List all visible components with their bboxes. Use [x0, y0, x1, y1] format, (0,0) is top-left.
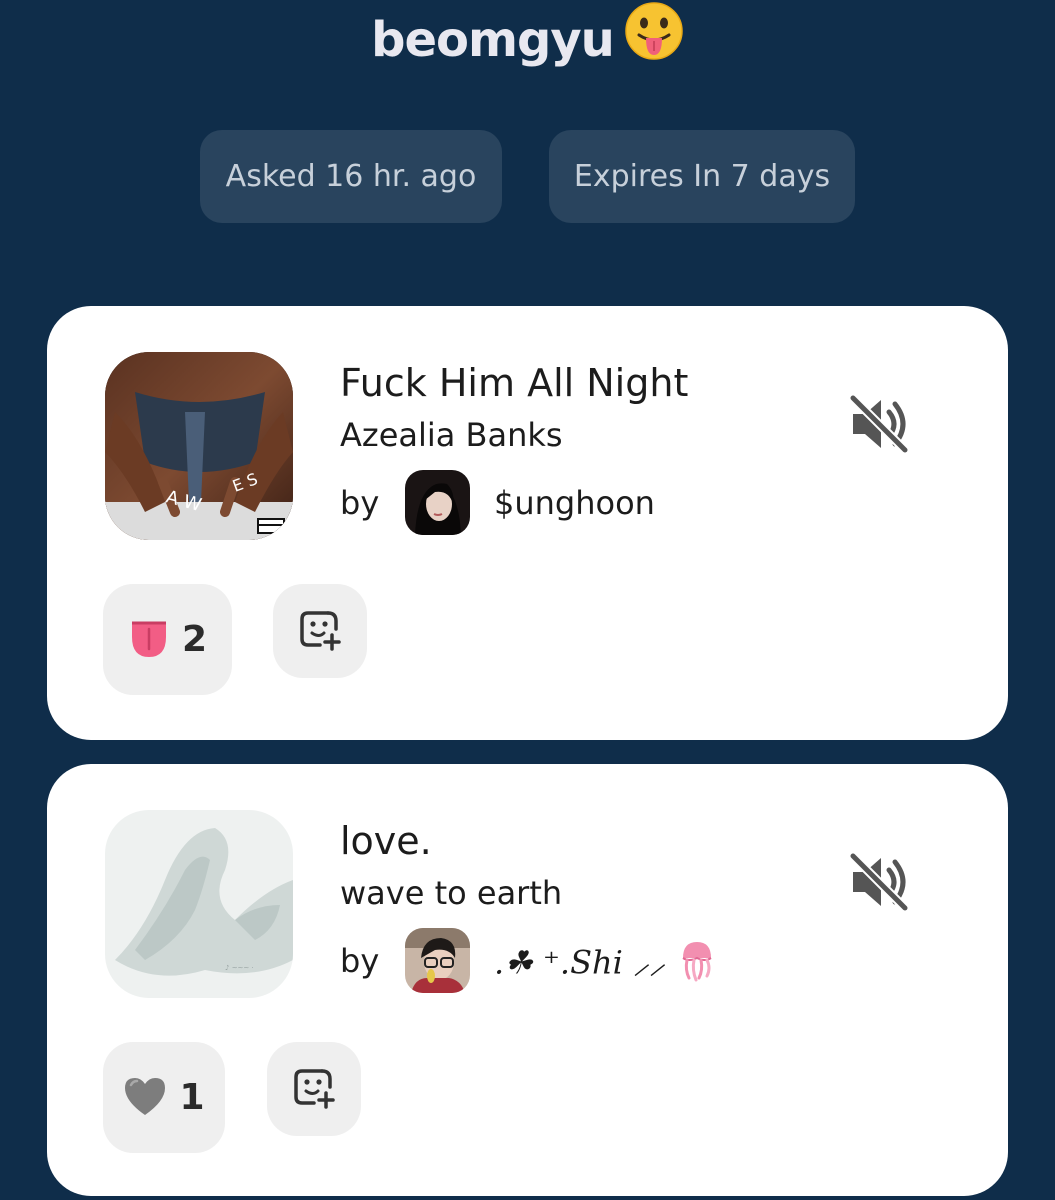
asked-time-pill: Asked 16 hr. ago: [200, 130, 502, 223]
artist-name[interactable]: wave to earth: [340, 872, 562, 914]
face-with-tongue-icon: [624, 1, 684, 77]
user-avatar[interactable]: [405, 470, 470, 535]
grey-heart-icon: [123, 1075, 167, 1121]
reaction-button[interactable]: 1: [103, 1042, 225, 1153]
add-reaction-button[interactable]: [273, 584, 367, 678]
username[interactable]: .☘︎ ⁺.Shi ⸝⸝: [494, 938, 717, 992]
expires-text: Expires In 7 days: [573, 159, 831, 194]
album-cover[interactable]: A W E S: [105, 352, 293, 540]
reaction-count: 1: [179, 1077, 205, 1118]
user-avatar[interactable]: [405, 928, 470, 993]
page-title: beomgyu: [0, 2, 1055, 77]
username-text: .☘︎ ⁺.Shi ⸝⸝: [494, 943, 666, 982]
by-label: by: [340, 942, 380, 980]
artist-name[interactable]: Azealia Banks: [340, 414, 563, 456]
song-title[interactable]: Fuck Him All Night: [340, 358, 688, 408]
jellyfish-icon: [677, 938, 717, 992]
username[interactable]: $unghoon: [494, 482, 655, 524]
by-label: by: [340, 484, 380, 522]
expires-pill: Expires In 7 days: [549, 130, 855, 223]
tongue-icon: [128, 617, 170, 663]
song-card[interactable]: A W E S Fuck Him All Night Azealia Banks…: [47, 306, 1008, 740]
svg-text:♪ ~~~ ·: ♪ ~~~ ·: [225, 964, 254, 972]
reaction-count: 2: [181, 619, 208, 660]
album-cover[interactable]: ♪ ~~~ ·: [105, 810, 293, 998]
add-sticker-icon: [292, 1065, 336, 1113]
song-card[interactable]: ♪ ~~~ · love. wave to earth by .☘︎ ⁺.Shi…: [47, 764, 1008, 1196]
speaker-muted-icon[interactable]: [847, 850, 911, 914]
title-text: beomgyu: [371, 12, 615, 68]
speaker-muted-icon[interactable]: [847, 392, 911, 456]
asked-time-text: Asked 16 hr. ago: [225, 159, 477, 194]
reaction-button[interactable]: 2: [103, 584, 232, 695]
add-reaction-button[interactable]: [267, 1042, 361, 1136]
add-sticker-icon: [298, 607, 342, 655]
song-title[interactable]: love.: [340, 816, 432, 866]
